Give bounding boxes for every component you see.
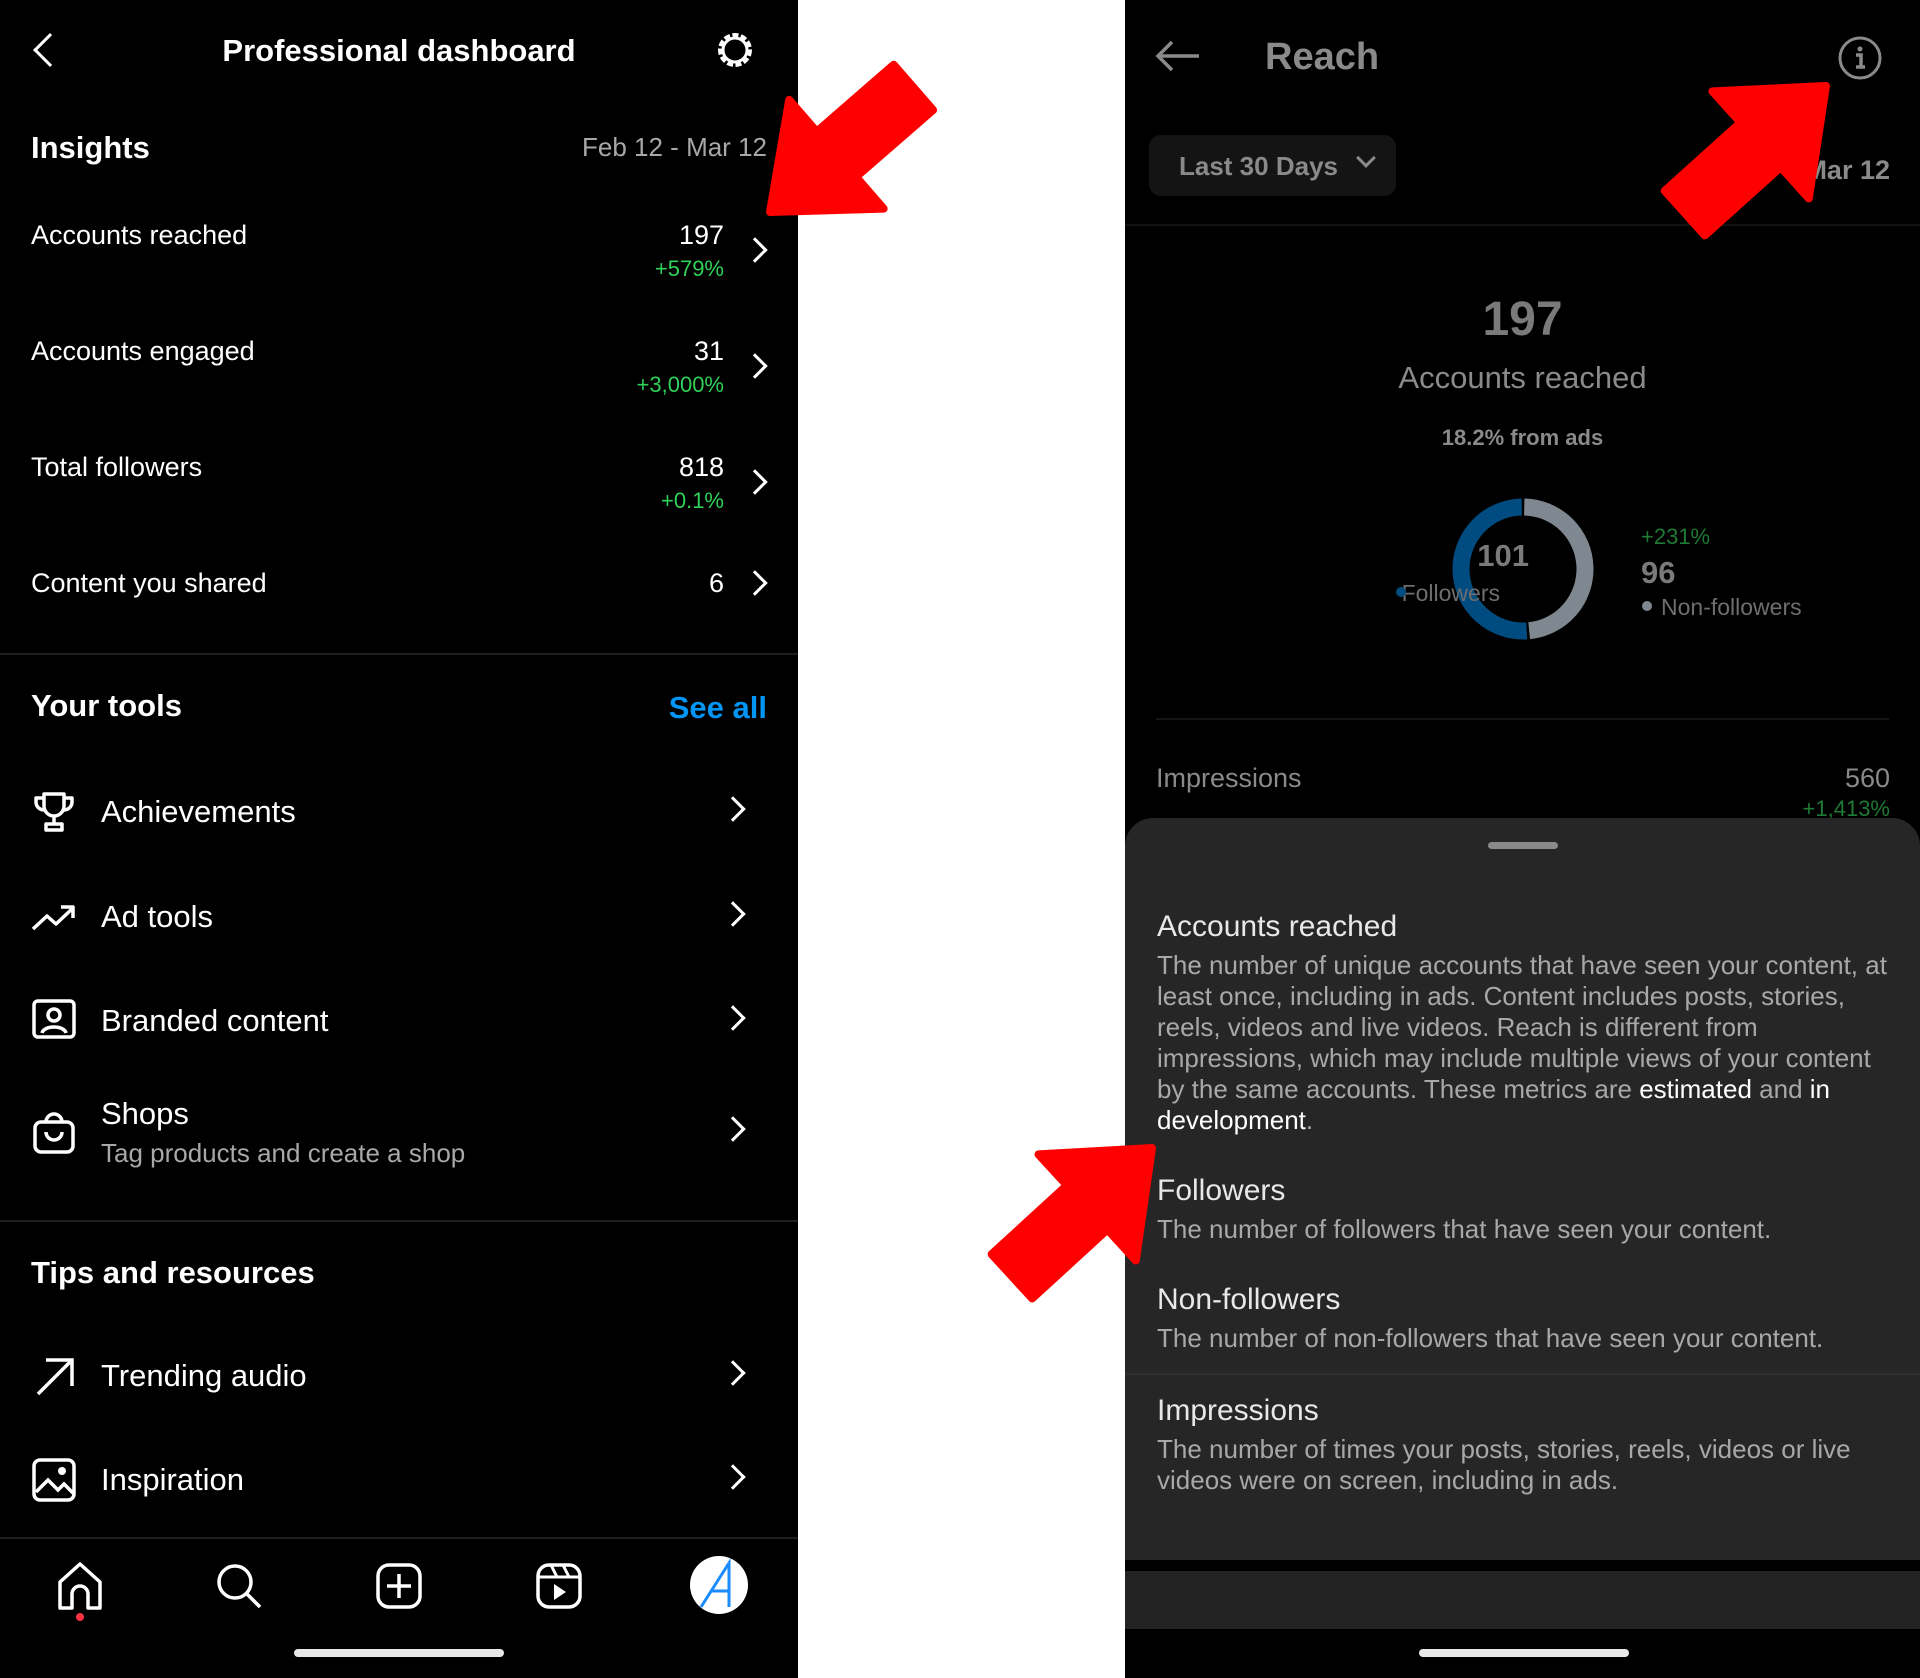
row-value: 6 — [708, 568, 724, 598]
notification-dot — [76, 1613, 84, 1621]
sheet-item-body: The number of non-followers that have se… — [1157, 1323, 1824, 1353]
search-icon[interactable] — [215, 1562, 263, 1610]
sheet-item-title: Impressions — [1157, 1394, 1319, 1427]
tips-heading: Tips and resources — [31, 1255, 315, 1290]
chevron-right-icon — [742, 570, 768, 596]
row-value: 197 — [678, 220, 724, 250]
tool-label: Shops — [101, 1096, 189, 1131]
sheet-item-body: The number of followers that have seen y… — [1157, 1214, 1772, 1244]
chevron-right-icon — [720, 1005, 746, 1031]
reach-total: 197 — [1482, 293, 1563, 346]
sheet-item-body: The number of unique accounts that have … — [1157, 950, 1902, 1136]
row-change: +0.1% — [661, 488, 724, 513]
arrow-up-right-icon — [36, 1358, 74, 1396]
dropdown-value: Last 30 Days — [1179, 151, 1338, 181]
trophy-icon — [34, 792, 74, 832]
chevron-right-icon — [742, 237, 768, 263]
row-label: Accounts engaged — [31, 336, 255, 366]
page-title: Professional dashboard — [222, 33, 576, 68]
chevron-right-icon — [742, 469, 768, 495]
info-icon[interactable] — [1837, 35, 1883, 81]
non-followers-legend-dot — [1642, 601, 1652, 611]
date-range-dropdown[interactable]: Last 30 Days — [1149, 135, 1396, 196]
donut-segment-non-followers — [1523, 498, 1594, 640]
body-text: . — [1305, 1105, 1314, 1135]
estimated-link[interactable]: estimated — [1639, 1074, 1752, 1104]
row-change: +3,000% — [636, 372, 724, 397]
followers-label: Followers — [1401, 580, 1500, 606]
body-text: and — [1751, 1074, 1810, 1104]
sheet-item-title: Followers — [1157, 1174, 1286, 1207]
sheet-drag-handle[interactable] — [1488, 842, 1558, 849]
followers-value: 101 — [1477, 538, 1529, 573]
date-range: Feb 12 - Mar 12 — [582, 132, 767, 162]
tip-label: Inspiration — [101, 1462, 245, 1497]
chevron-right-icon — [742, 353, 768, 379]
date-range: Mar 12 — [1804, 155, 1890, 185]
arrow-left-icon[interactable] — [1155, 40, 1201, 72]
reach-screen: Reach Last 30 Days Mar 12 197 Accounts r… — [1125, 0, 1920, 1678]
non-followers-change: +231% — [1641, 524, 1711, 549]
your-tools-heading: Your tools — [31, 688, 182, 723]
sheet-item-title: Non-followers — [1157, 1283, 1341, 1316]
sheet-item-title: Accounts reached — [1157, 910, 1398, 943]
profile-avatar[interactable] — [689, 1555, 749, 1615]
home-icon[interactable] — [56, 1562, 104, 1610]
divider — [1125, 1373, 1920, 1375]
chevron-right-icon — [720, 1360, 746, 1386]
tool-label: Branded content — [101, 1003, 329, 1038]
see-all-link[interactable]: See all — [669, 690, 767, 726]
professional-dashboard-screen: Professional dashboard Insights Feb 12 -… — [0, 0, 798, 1678]
divider — [0, 653, 798, 655]
sheet-footer — [1125, 1571, 1920, 1629]
ads-share: 18.2% from ads — [1441, 425, 1604, 450]
row-label: Content you shared — [31, 568, 267, 598]
tip-label: Trending audio — [101, 1358, 307, 1393]
row-change: +579% — [654, 256, 724, 281]
tool-label: Achievements — [101, 794, 296, 829]
branded-content-icon — [32, 999, 76, 1039]
chevron-right-icon — [720, 796, 746, 822]
chevron-right-icon — [720, 1464, 746, 1490]
row-value: 818 — [678, 452, 724, 482]
chevron-right-icon — [720, 1116, 746, 1142]
home-indicator — [294, 1649, 504, 1657]
row-value: 31 — [693, 336, 724, 366]
non-followers-label: Non-followers — [1661, 594, 1802, 620]
create-icon[interactable] — [375, 1562, 423, 1610]
trending-up-icon — [31, 905, 75, 931]
impressions-value: 560 — [1844, 763, 1890, 793]
reels-icon[interactable] — [535, 1562, 583, 1610]
chevron-right-icon — [720, 901, 746, 927]
non-followers-value: 96 — [1641, 555, 1676, 590]
home-indicator — [1419, 1649, 1629, 1657]
divider — [1125, 224, 1920, 226]
followers-legend-dot — [1396, 587, 1406, 597]
tool-sublabel: Tag products and create a shop — [101, 1138, 466, 1168]
row-label: Total followers — [31, 452, 203, 482]
divider — [0, 1220, 798, 1222]
impressions-label: Impressions — [1156, 763, 1302, 793]
image-icon — [32, 1458, 76, 1502]
gear-icon[interactable] — [713, 28, 757, 72]
info-bottom-sheet: Accounts reached The number of unique ac… — [1125, 818, 1920, 1560]
divider — [1156, 718, 1889, 720]
reach-label: Accounts reached — [1398, 360, 1647, 395]
page-title: Reach — [1265, 36, 1380, 78]
divider — [0, 1537, 798, 1539]
tool-label: Ad tools — [101, 899, 214, 934]
row-label: Accounts reached — [31, 220, 248, 250]
chevron-down-icon — [1356, 148, 1376, 168]
sheet-item-body: The number of times your posts, stories,… — [1157, 1434, 1851, 1495]
insights-heading: Insights — [31, 130, 150, 165]
shopping-bag-icon — [33, 1112, 75, 1154]
